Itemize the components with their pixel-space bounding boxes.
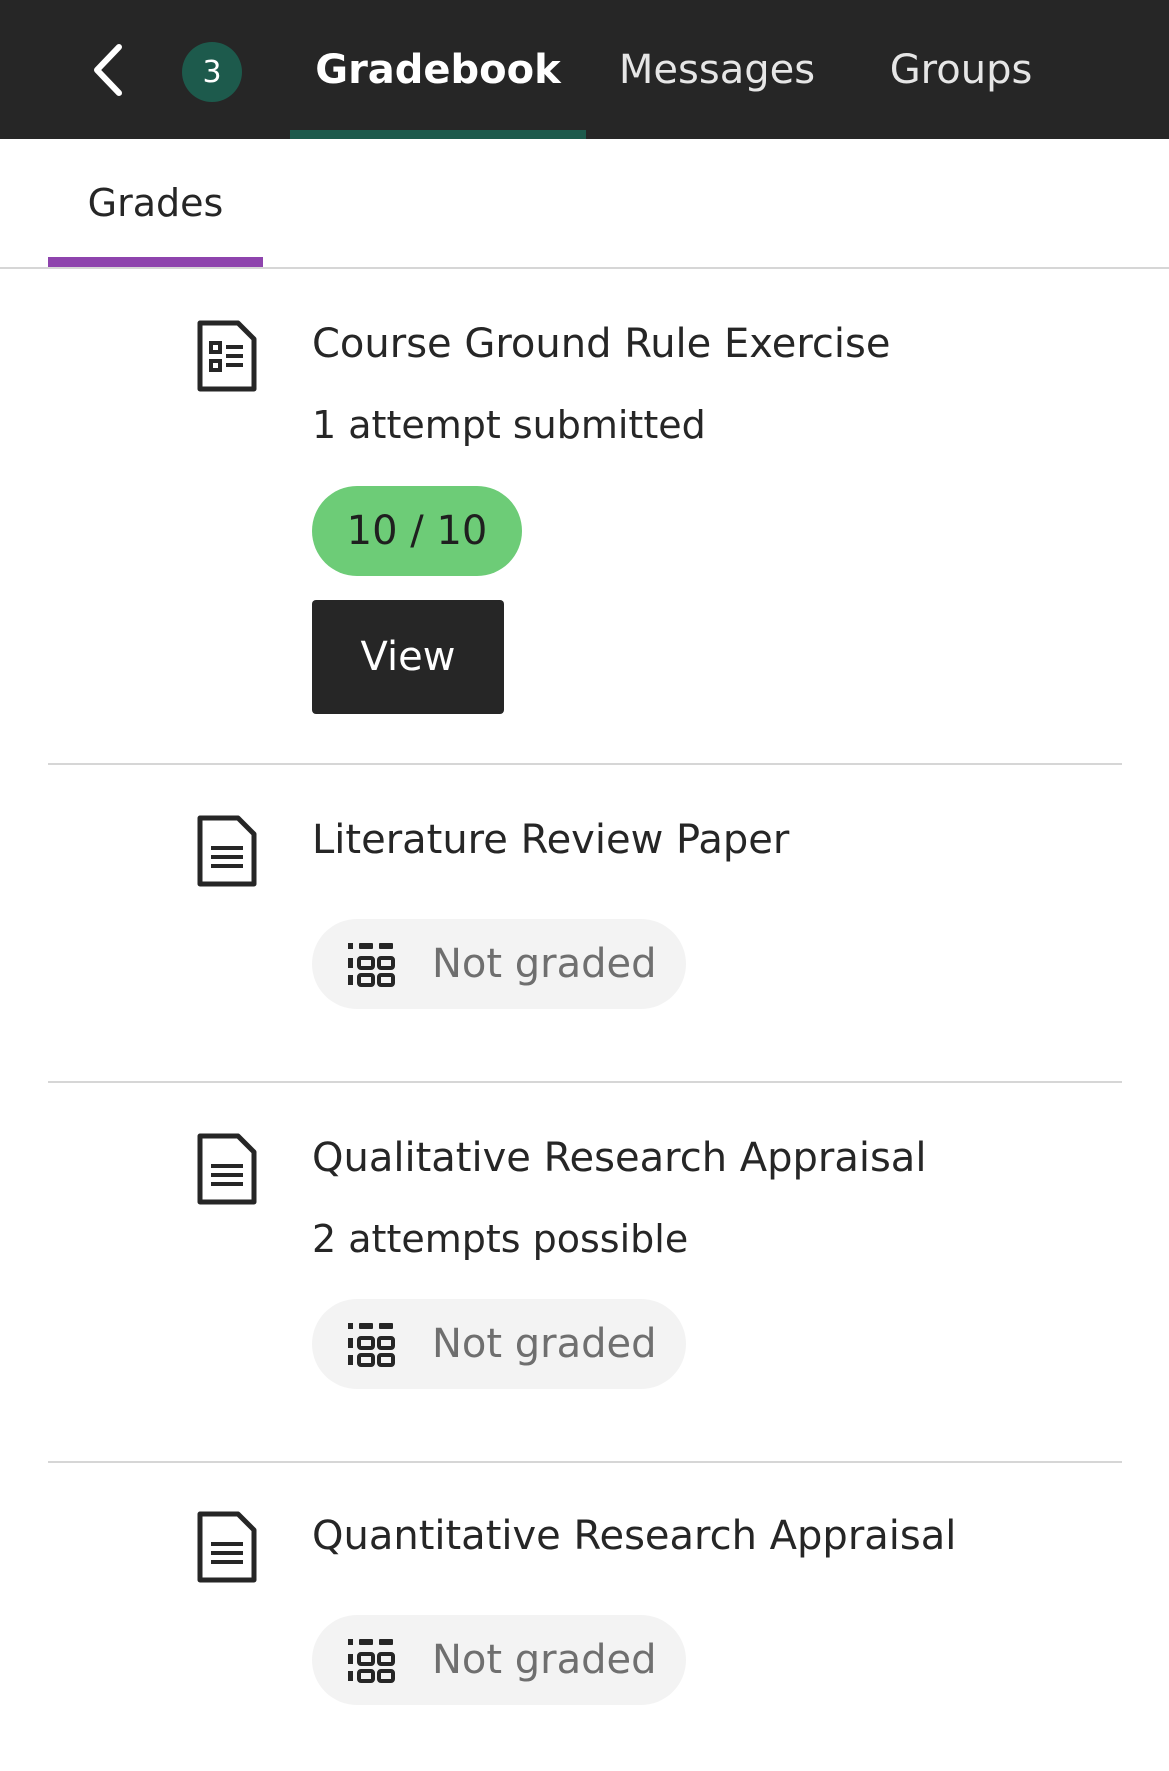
not-graded-label: Not graded (432, 1637, 657, 1683)
subtab-bar: Grades (0, 139, 1169, 269)
not-graded-badge[interactable]: Not graded (312, 1299, 686, 1389)
back-button[interactable] (78, 38, 138, 102)
document-icon (197, 1133, 257, 1205)
grade-item-qualitative-appraisal: Qualitative Research Appraisal 2 attempt… (48, 1083, 1122, 1463)
gradebook-grid-icon (348, 1639, 395, 1683)
not-graded-label: Not graded (432, 1321, 657, 1367)
grade-item-title[interactable]: Quantitative Research Appraisal (312, 1513, 956, 1559)
grade-item-course-ground-rule: Course Ground Rule Exercise 1 attempt su… (48, 269, 1122, 765)
not-graded-label: Not graded (432, 941, 657, 987)
document-list-icon (197, 320, 257, 392)
grade-item-literature-review: Literature Review Paper Not graded (48, 765, 1122, 1083)
view-button[interactable]: View (312, 600, 504, 714)
score-badge[interactable]: 10 / 10 (312, 486, 522, 576)
gradebook-grid-icon (348, 943, 395, 987)
document-icon (197, 815, 257, 887)
not-graded-badge[interactable]: Not graded (312, 919, 686, 1009)
subtab-grades[interactable]: Grades (48, 139, 263, 267)
grade-item-subtitle: 2 attempts possible (312, 1217, 689, 1261)
gradebook-grid-icon (348, 1323, 395, 1367)
grade-item-title[interactable]: Course Ground Rule Exercise (312, 321, 890, 367)
tab-groups[interactable]: Groups (870, 0, 1052, 139)
document-icon (197, 1511, 257, 1583)
grade-item-subtitle: 1 attempt submitted (312, 403, 706, 447)
tab-messages[interactable]: Messages (608, 0, 826, 139)
chevron-left-icon (94, 44, 122, 96)
not-graded-badge[interactable]: Not graded (312, 1615, 686, 1705)
top-nav-bar: 3 Gradebook Messages Groups (0, 0, 1169, 139)
notification-count-badge[interactable]: 3 (182, 42, 242, 102)
grade-item-title[interactable]: Literature Review Paper (312, 817, 789, 863)
grade-item-quantitative-appraisal: Quantitative Research Appraisal Not grad… (48, 1463, 1122, 1771)
tab-gradebook[interactable]: Gradebook (290, 0, 586, 139)
grade-item-title[interactable]: Qualitative Research Appraisal (312, 1135, 926, 1181)
